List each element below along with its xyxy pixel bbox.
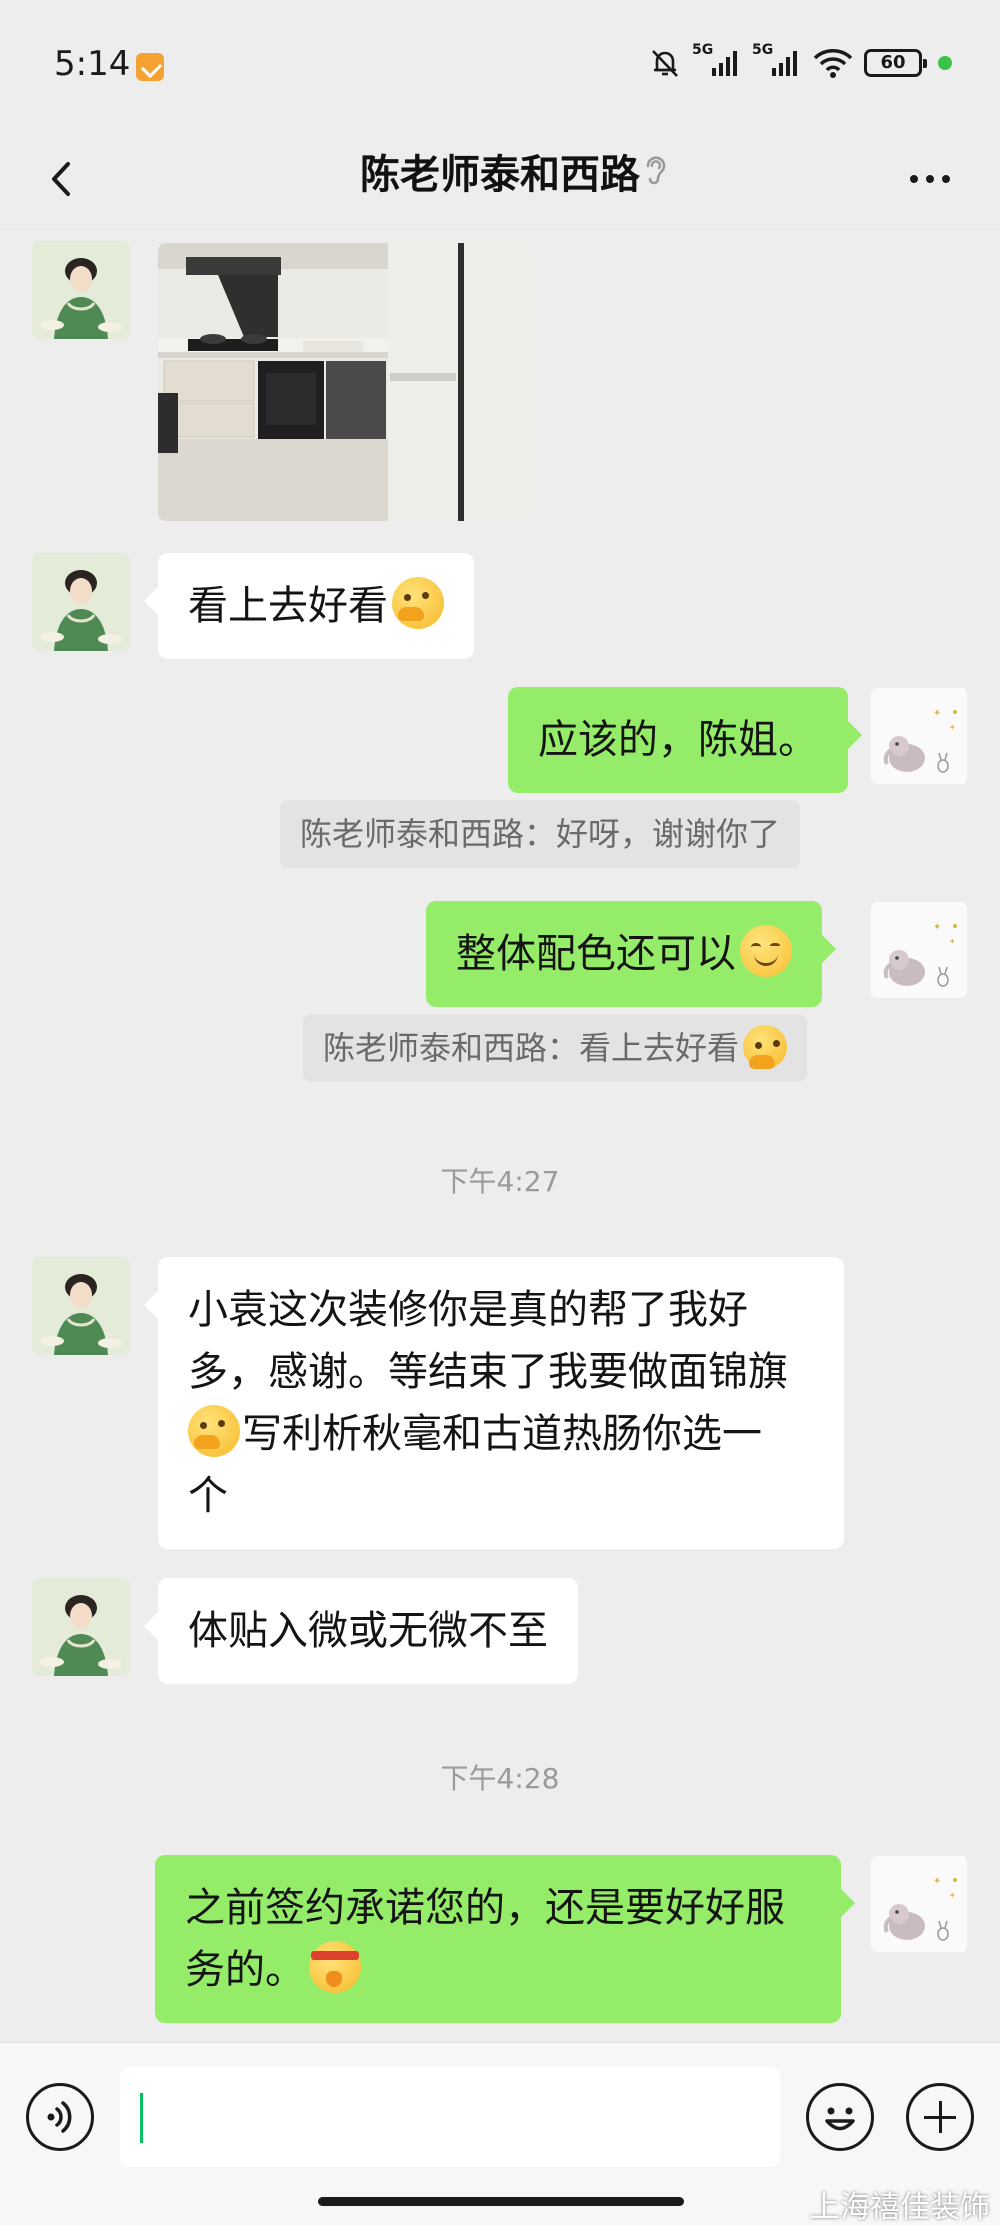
message-text-line: 小袁这次装修你是真的帮了我好 [188, 1287, 748, 1333]
smiling-emoji-icon [740, 925, 792, 977]
voice-icon [47, 2101, 72, 2133]
notification-app-icon [136, 53, 164, 81]
contact-avatar[interactable] [32, 553, 130, 651]
message-timestamp: 下午4:27 [440, 1165, 560, 1198]
status-time: 5:14 [54, 44, 131, 84]
status-bar: 5:14 5G 5G 60 [0, 0, 1000, 130]
mute-bell-icon [652, 50, 678, 77]
message-bubble-sent[interactable]: 整体配色还可以 [426, 901, 836, 1007]
message-bubble-sent[interactable]: 之前签约承诺您的，还是要好好服 务的。 [155, 1855, 855, 2023]
quoted-message[interactable]: 陈老师泰和西路：看上去好看 [303, 1014, 808, 1082]
elephant-avatar-icon: ✦ ✦ [871, 1856, 967, 1952]
privacy-indicator-dot [938, 56, 952, 70]
my-avatar[interactable]: ✦ ✦ [870, 1855, 968, 1953]
status-indicators: 5G 5G 60 [648, 42, 952, 80]
message-text: 看上去好看 [188, 583, 388, 629]
chat-title: 陈老师泰和西路 [360, 152, 640, 198]
thinking-emoji-icon [392, 577, 444, 629]
message-text-line: 个 [188, 1473, 228, 1519]
message-text: 应该的，陈姐。 [538, 717, 818, 763]
battery-indicator: 60 [864, 49, 927, 77]
message-bubble-sent[interactable]: 应该的，陈姐。 [508, 687, 862, 793]
woman-portrait-icon [32, 553, 130, 651]
voice-input-button[interactable] [26, 2083, 94, 2151]
kitchen-image [158, 243, 532, 521]
kitchen-photo[interactable] [158, 243, 532, 521]
my-avatar[interactable]: ✦ ✦ [870, 901, 968, 999]
woman-portrait-icon [32, 1257, 130, 1355]
more-functions-button[interactable] [906, 2083, 974, 2151]
my-avatar[interactable]: ✦ ✦ [870, 687, 968, 785]
quoted-message[interactable]: 陈老师泰和西路：好呀，谢谢你了 [280, 800, 801, 868]
ear-icon [646, 156, 666, 185]
message-timestamp: 下午4:28 [440, 1762, 560, 1795]
message-bubble-received[interactable]: 小袁这次装修你是真的帮了我好 多，感谢。等结束了我要做面锦旗 写利析秋毫和古道热… [144, 1257, 844, 1549]
watermark-text: 上海禧佳装饰 [810, 2190, 990, 2225]
svg-text:✦: ✦ [933, 922, 941, 933]
message-text-line: 写利析秋毫和古道热肠你选一 [242, 1411, 762, 1457]
elephant-avatar-icon: ✦ ✦ [871, 688, 967, 784]
message-text-line: 之前签约承诺您的，还是要好好服 [185, 1885, 785, 1931]
signal-5g-2: 5G [752, 42, 802, 80]
thinking-emoji-icon [188, 1405, 240, 1457]
wifi-icon [813, 49, 853, 78]
svg-text:✦: ✦ [949, 1891, 956, 1900]
message-bubble-received[interactable]: 看上去好看 [144, 553, 474, 659]
woman-portrait-icon [32, 1578, 130, 1676]
more-icon [910, 175, 918, 183]
more-options-button[interactable] [890, 144, 970, 214]
message-text-input[interactable] [120, 2067, 780, 2167]
svg-text:✦: ✦ [949, 937, 956, 946]
message-text: 体贴入微或无微不至 [188, 1608, 548, 1654]
contact-avatar[interactable] [32, 241, 130, 339]
message-text-line: 多，感谢。等结束了我要做面锦旗 [188, 1349, 788, 1395]
svg-text:✦: ✦ [933, 708, 941, 719]
woman-portrait-icon [32, 241, 130, 339]
shushing-emoji-icon [309, 1941, 361, 1993]
signal-5g-1: 5G [692, 42, 742, 80]
message-bubble-received[interactable]: 体贴入微或无微不至 [144, 1578, 578, 1684]
svg-text:✦: ✦ [949, 723, 956, 732]
message-text: 整体配色还可以 [456, 931, 736, 977]
svg-text:✦: ✦ [933, 1876, 941, 1887]
text-cursor [140, 2093, 143, 2143]
contact-avatar[interactable] [32, 1578, 130, 1676]
thinking-emoji-icon [743, 1025, 788, 1069]
chat-header: 陈老师泰和西路 [0, 130, 1000, 230]
home-indicator[interactable] [318, 2197, 684, 2206]
elephant-avatar-icon: ✦ ✦ [871, 902, 967, 998]
message-text-line: 务的。 [185, 1947, 305, 1993]
contact-avatar[interactable] [32, 1257, 130, 1355]
emoji-picker-button[interactable] [806, 2083, 874, 2151]
emoji-icon [825, 2107, 855, 2131]
